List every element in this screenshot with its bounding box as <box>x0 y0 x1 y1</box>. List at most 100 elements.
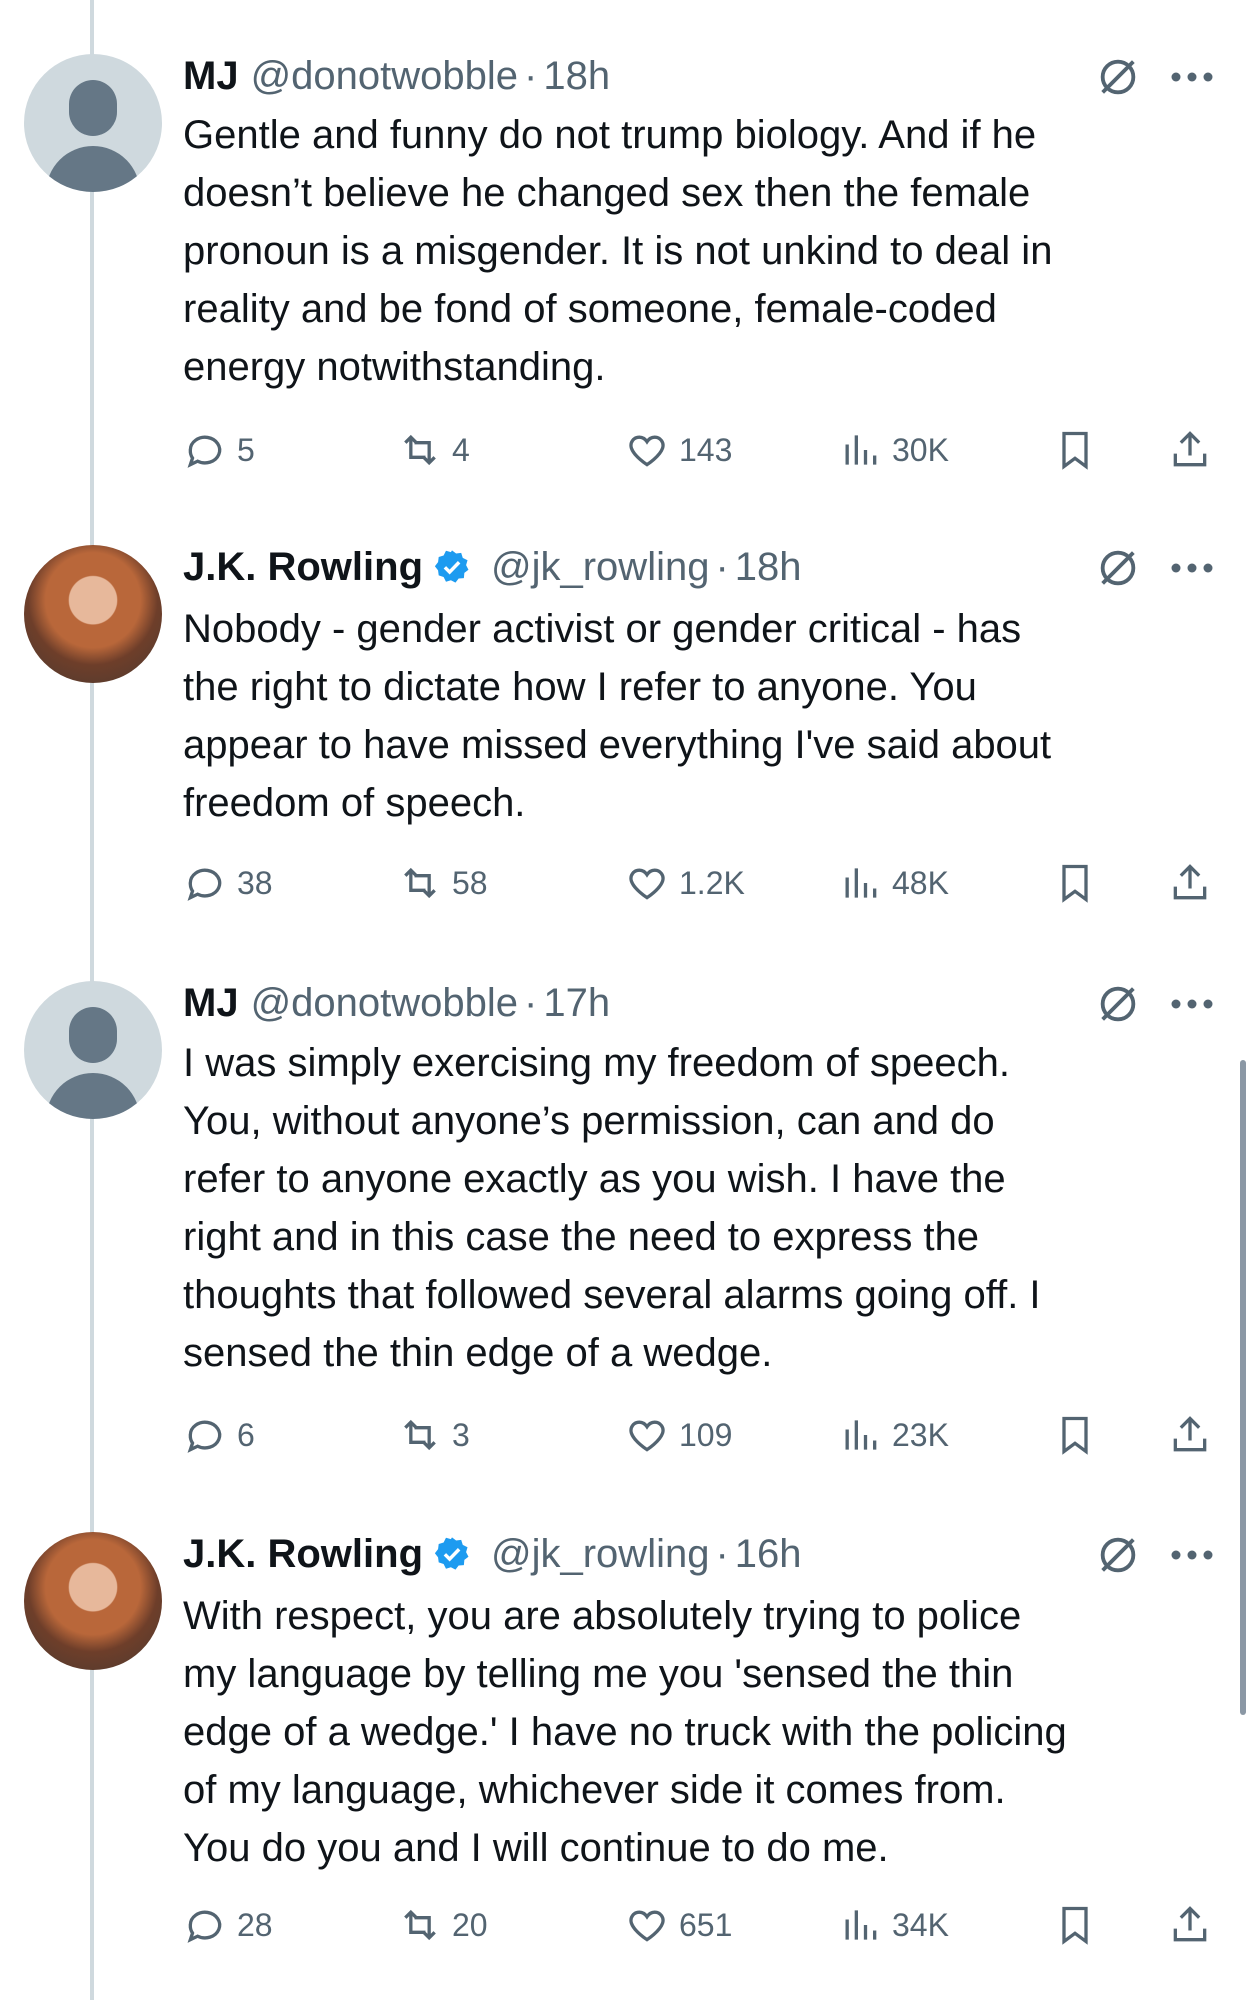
repost-icon <box>404 1419 436 1451</box>
default-avatar[interactable] <box>24 981 162 1119</box>
author-handle[interactable]: @jk_rowling <box>491 545 709 590</box>
view-count: 48K <box>892 864 949 901</box>
repost-icon <box>404 867 436 899</box>
more-icon[interactable] <box>1170 562 1214 574</box>
view-count: 23K <box>892 1416 949 1453</box>
share-icon <box>1173 864 1207 900</box>
grok-icon[interactable] <box>1095 54 1141 100</box>
like-count: 143 <box>679 431 733 468</box>
repost-button[interactable]: 58 <box>398 858 488 908</box>
tweet-text: Nobody - gender activist or gender criti… <box>183 607 1052 825</box>
view-count: 30K <box>892 431 949 468</box>
repost-icon <box>404 434 436 466</box>
share-icon <box>1173 1416 1207 1452</box>
separator: · <box>524 980 538 1025</box>
share-button[interactable] <box>1168 858 1212 908</box>
author-name[interactable]: J.K. Rowling <box>183 1532 423 1577</box>
like-icon <box>629 1910 665 1942</box>
reply-count: 38 <box>237 864 273 901</box>
like-button[interactable]: 143 <box>625 425 732 475</box>
separator: · <box>524 53 538 98</box>
reply-button[interactable]: 5 <box>183 425 255 475</box>
profile-photo[interactable] <box>24 1532 162 1670</box>
reply-count: 6 <box>237 1416 255 1453</box>
bookmark-button[interactable] <box>1053 858 1097 908</box>
views-icon <box>845 435 877 465</box>
reply-icon <box>187 868 222 901</box>
views-button[interactable]: 48K <box>838 858 949 908</box>
views-icon <box>845 1910 877 1940</box>
repost-count: 3 <box>452 1416 470 1453</box>
reply-icon <box>187 435 222 468</box>
view-count: 34K <box>892 1906 949 1943</box>
share-button[interactable] <box>1168 1900 1212 1950</box>
bookmark-icon <box>1062 864 1088 903</box>
repost-button[interactable]: 4 <box>398 425 470 475</box>
bookmark-icon <box>1062 1906 1088 1945</box>
views-icon <box>845 1420 877 1450</box>
views-icon <box>845 868 877 898</box>
like-count: 1.2K <box>679 864 745 901</box>
bookmark-button[interactable] <box>1053 1410 1097 1460</box>
grok-icon[interactable] <box>1095 981 1141 1027</box>
separator: · <box>715 544 729 589</box>
more-icon[interactable] <box>1170 998 1214 1010</box>
views-button[interactable]: 30K <box>838 425 949 475</box>
bookmark-button[interactable] <box>1053 425 1097 475</box>
timestamp[interactable]: 17h <box>543 981 610 1026</box>
like-count: 651 <box>679 1906 733 1943</box>
timestamp[interactable]: 18h <box>543 54 610 99</box>
timestamp[interactable]: 18h <box>735 545 802 590</box>
tweet-text: With respect, you are absolutely trying … <box>183 1594 1067 1870</box>
like-count: 109 <box>679 1416 733 1453</box>
author-handle[interactable]: @donotwobble <box>251 981 518 1026</box>
verified-badge-icon <box>434 550 469 583</box>
author-name[interactable]: J.K. Rowling <box>183 545 423 590</box>
reply-button[interactable]: 28 <box>183 1900 273 1950</box>
share-button[interactable] <box>1168 425 1212 475</box>
reply-button[interactable]: 38 <box>183 858 273 908</box>
like-button[interactable]: 1.2K <box>625 858 745 908</box>
default-avatar[interactable] <box>24 54 162 192</box>
more-icon[interactable] <box>1170 1549 1214 1561</box>
share-button[interactable] <box>1168 1410 1212 1460</box>
author-name[interactable]: MJ <box>183 981 239 1026</box>
tweet-text: Gentle and funny do not trump biology. A… <box>183 113 1053 389</box>
timestamp[interactable]: 16h <box>735 1532 802 1577</box>
repost-button[interactable]: 3 <box>398 1410 470 1460</box>
action-bar: 38 58 1.2K 48K <box>183 858 1213 908</box>
separator: · <box>715 1531 729 1576</box>
repost-button[interactable]: 20 <box>398 1900 488 1950</box>
author-name[interactable]: MJ <box>183 54 239 99</box>
like-icon <box>629 868 665 900</box>
bookmark-button[interactable] <box>1053 1900 1097 1950</box>
more-icon[interactable] <box>1170 71 1214 83</box>
like-icon <box>629 1420 665 1452</box>
like-button[interactable]: 109 <box>625 1410 732 1460</box>
share-icon <box>1173 431 1207 467</box>
scrollbar[interactable] <box>1240 1060 1246 1715</box>
action-bar: 28 20 651 34K <box>183 1900 1213 1950</box>
bookmark-icon <box>1062 431 1088 470</box>
bookmark-icon <box>1062 1416 1088 1455</box>
action-bar: 6 3 109 23K <box>183 1410 1213 1460</box>
grok-icon[interactable] <box>1095 545 1141 591</box>
repost-count: 20 <box>452 1906 488 1943</box>
reply-button[interactable]: 6 <box>183 1410 255 1460</box>
views-button[interactable]: 23K <box>838 1410 949 1460</box>
repost-icon <box>404 1909 436 1941</box>
views-button[interactable]: 34K <box>838 1900 949 1950</box>
grok-icon[interactable] <box>1095 1532 1141 1578</box>
author-handle[interactable]: @donotwobble <box>251 54 518 99</box>
share-icon <box>1173 1906 1207 1942</box>
author-handle[interactable]: @jk_rowling <box>491 1532 709 1577</box>
reply-icon <box>187 1910 222 1943</box>
verified-badge-icon <box>434 1537 469 1570</box>
reply-count: 5 <box>237 431 255 468</box>
tweet-text: I was simply exercising my freedom of sp… <box>183 1041 1041 1375</box>
profile-photo[interactable] <box>24 545 162 683</box>
action-bar: 5 4 143 30K <box>183 425 1213 475</box>
reply-count: 28 <box>237 1906 273 1943</box>
repost-count: 58 <box>452 864 488 901</box>
like-button[interactable]: 651 <box>625 1900 732 1950</box>
